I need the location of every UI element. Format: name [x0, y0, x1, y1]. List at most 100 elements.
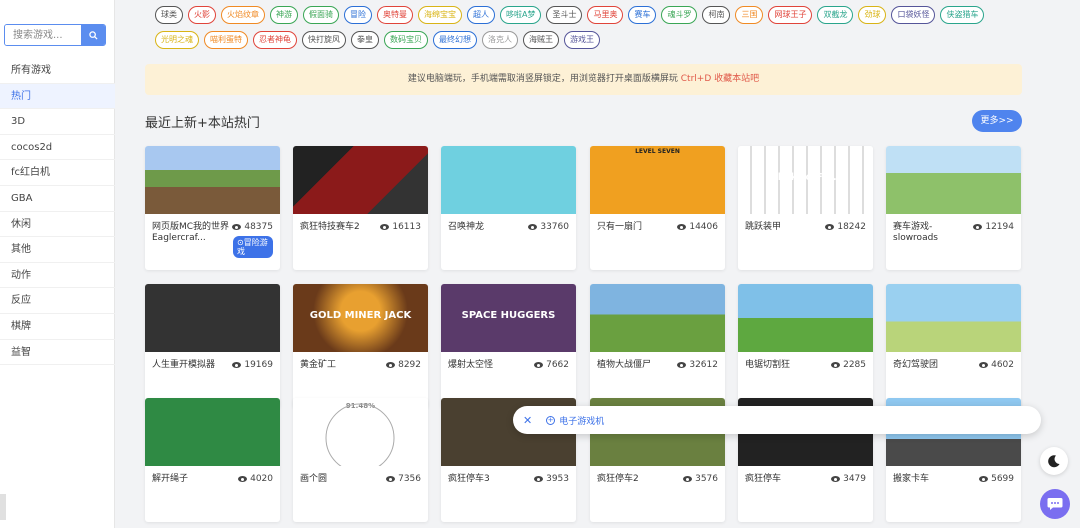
tag-link[interactable]: 快打旋风 [302, 31, 346, 49]
tag-link[interactable]: 洛克人 [482, 31, 518, 49]
sidebar-item-reaction[interactable]: 反应 [0, 288, 115, 314]
tag-link[interactable]: 忍者神龟 [253, 31, 297, 49]
game-card[interactable]: Click to Fo... 跳跃装甲 18242 [738, 146, 873, 270]
game-card[interactable]: 赛车游戏-slowroads 12194 [886, 146, 1021, 270]
tag-link[interactable]: 数码宝贝 [384, 31, 428, 49]
sidebar-item-puzzle[interactable]: 益智 [0, 340, 115, 366]
sidebar-item-casual[interactable]: 休闲 [0, 212, 115, 238]
game-card[interactable]: 奇幻驾驶团 4602 [886, 284, 1021, 408]
game-title[interactable]: 网页版MC我的世界Eaglercraf... [152, 222, 232, 244]
game-title[interactable]: 黄金矿工 [300, 360, 380, 371]
tag-link[interactable]: 柯南 [702, 6, 731, 24]
game-thumbnail[interactable]: SPACE HUGGERS [441, 284, 576, 352]
tag-link[interactable]: 冒险 [344, 6, 372, 24]
game-card[interactable]: LEVEL SEVEN 只有一扇门 14406 [590, 146, 725, 270]
game-title[interactable]: 人生重开模拟器 [152, 360, 232, 371]
chat-icon [1047, 498, 1063, 510]
game-card-body: 召唤神龙 33760 [441, 214, 576, 270]
game-card[interactable]: 植物大战僵尸 32612 [590, 284, 725, 408]
sidebar-scroll-handle[interactable] [0, 494, 6, 520]
game-card[interactable]: 电锯切割狂 2285 [738, 284, 873, 408]
more-button[interactable]: 更多>> [972, 110, 1022, 132]
sidebar-item-gba[interactable]: GBA [0, 186, 115, 212]
game-card[interactable]: SPACE HUGGERS 爆射太空怪 7662 [441, 284, 576, 408]
chat-button[interactable] [1040, 489, 1070, 519]
dark-mode-toggle[interactable] [1040, 447, 1068, 475]
category-badge[interactable]: ⊙冒险游戏 [233, 236, 273, 258]
sidebar-item-3d[interactable]: 3D [0, 109, 115, 135]
game-thumbnail[interactable] [886, 146, 1021, 214]
tag-link[interactable]: 网球王子 [768, 6, 813, 24]
tag-link[interactable]: 火影 [188, 6, 216, 24]
search-button[interactable] [81, 25, 105, 45]
game-title[interactable]: 电锯切割狂 [745, 360, 825, 371]
game-title[interactable]: 解开绳子 [152, 474, 232, 485]
game-title[interactable]: 搬家卡车 [893, 474, 973, 485]
game-title[interactable]: 画个圆 [300, 474, 380, 485]
search-input[interactable] [5, 25, 81, 45]
tag-link[interactable]: 光明之魂 [155, 31, 199, 49]
tag-link[interactable]: 海绵宝宝 [418, 6, 462, 24]
tag-link[interactable]: 球类 [155, 6, 183, 24]
tag-link[interactable]: 三国 [735, 6, 764, 24]
tag-link[interactable]: 劲球 [858, 6, 887, 24]
game-thumbnail[interactable]: Click to Fo... [738, 146, 873, 214]
sidebar-item-hot[interactable]: 热门 [0, 83, 115, 110]
tag-link[interactable]: 游戏王 [564, 31, 600, 49]
popup-link[interactable]: 电子游戏机 [559, 414, 604, 427]
tag-link[interactable]: 超人 [467, 6, 495, 24]
game-thumbnail[interactable] [590, 284, 725, 352]
game-title[interactable]: 疯狂停车3 [448, 474, 528, 485]
game-title[interactable]: 疯狂特技赛车2 [300, 222, 380, 233]
game-card[interactable]: 解开绳子 4020 [145, 398, 280, 522]
tag-link[interactable]: 圣斗士 [546, 6, 583, 24]
tag-link[interactable]: 火焰纹章 [221, 6, 265, 24]
game-title[interactable]: 爆射太空怪 [448, 360, 528, 371]
sidebar-item-other[interactable]: 其他 [0, 237, 115, 263]
tag-link[interactable]: 拳皇 [351, 31, 379, 49]
game-title[interactable]: 只有一扇门 [597, 222, 677, 233]
close-icon[interactable]: ✕ [523, 414, 532, 427]
game-thumbnail[interactable] [738, 284, 873, 352]
game-card[interactable]: 91.48% 画个圆 7356 [293, 398, 428, 522]
game-thumbnail[interactable] [441, 146, 576, 214]
game-title[interactable]: 赛车游戏-slowroads [893, 222, 973, 244]
game-thumbnail[interactable] [145, 146, 280, 214]
game-thumbnail[interactable]: LEVEL SEVEN [590, 146, 725, 214]
game-thumbnail[interactable] [886, 284, 1021, 352]
game-title[interactable]: 奇幻驾驶团 [893, 360, 973, 371]
tag-link[interactable]: 哆啦A梦 [500, 6, 542, 24]
tag-link[interactable]: 奥特曼 [377, 6, 413, 24]
game-thumbnail[interactable] [145, 284, 280, 352]
tag-link[interactable]: 马里奥 [587, 6, 624, 24]
game-thumbnail[interactable]: 91.48% [293, 398, 428, 466]
tag-link[interactable]: 口袋妖怪 [891, 6, 936, 24]
game-card[interactable]: 人生重开模拟器 19169 [145, 284, 280, 408]
tag-link[interactable]: 假面骑 [303, 6, 339, 24]
game-card[interactable]: GOLD MINER JACK 黄金矿工 8292 [293, 284, 428, 408]
sidebar-item-all[interactable]: 所有游戏 [0, 58, 115, 84]
sidebar-item-action[interactable]: 动作 [0, 263, 115, 289]
game-card[interactable]: 召唤神龙 33760 [441, 146, 576, 270]
game-title[interactable]: 跳跃装甲 [745, 222, 825, 233]
game-thumbnail[interactable] [145, 398, 280, 466]
tag-link[interactable]: 海贼王 [523, 31, 559, 49]
game-thumbnail[interactable]: GOLD MINER JACK [293, 284, 428, 352]
tag-link[interactable]: 侠盗猎车 [940, 6, 985, 24]
game-title[interactable]: 召唤神龙 [448, 222, 528, 233]
game-card[interactable]: 网页版MC我的世界Eaglercraf... 48375 ⊙冒险游戏 [145, 146, 280, 270]
game-card[interactable]: 疯狂特技赛车2 16113 [293, 146, 428, 270]
game-thumbnail[interactable] [293, 146, 428, 214]
tag-link[interactable]: 喵利蛋特 [204, 31, 248, 49]
tag-link[interactable]: 赛车 [628, 6, 657, 24]
sidebar-item-cocos2d[interactable]: cocos2d [0, 135, 115, 161]
game-title[interactable]: 植物大战僵尸 [597, 360, 677, 371]
tag-link[interactable]: 最终幻想 [433, 31, 477, 49]
tag-link[interactable]: 神游 [270, 6, 298, 24]
sidebar-item-fc[interactable]: fc红白机 [0, 160, 115, 186]
sidebar-item-chess[interactable]: 棋牌 [0, 314, 115, 340]
tag-link[interactable]: 双截龙 [817, 6, 854, 24]
game-title[interactable]: 疯狂停车 [745, 474, 825, 485]
tag-link[interactable]: 魂斗罗 [661, 6, 698, 24]
game-title[interactable]: 疯狂停车2 [597, 474, 677, 485]
